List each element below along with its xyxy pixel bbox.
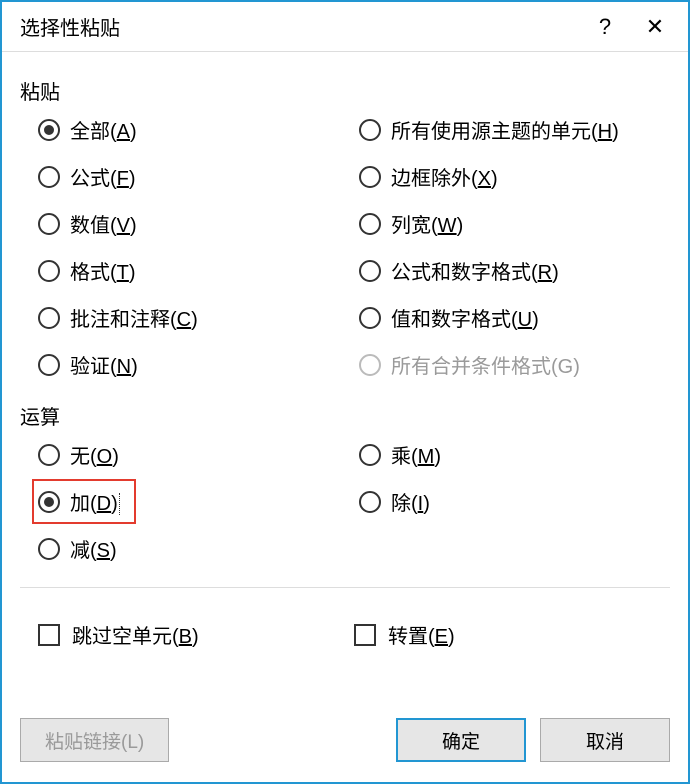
radio-icon [359,213,381,235]
checkbox-label: 跳过空单元(B) [72,620,199,649]
radio-paste-comments[interactable]: 批注和注释(C) [38,303,349,332]
paste-options-grid: 全部(A) 所有使用源主题的单元(H) 公式(F) 边框除外(X) 数值(V) [20,115,670,379]
radio-paste-source-theme[interactable]: 所有使用源主题的单元(H) [359,115,670,144]
radio-icon [359,444,381,466]
radio-icon [359,119,381,141]
radio-paste-formats[interactable]: 格式(T) [38,256,349,285]
help-button[interactable]: ? [580,2,630,52]
close-icon: ✕ [646,14,664,40]
radio-label: 列宽(W) [391,209,463,238]
radio-paste-formulas[interactable]: 公式(F) [38,162,349,191]
radio-label: 无(O) [70,440,119,469]
radio-label: 除(I) [391,487,430,516]
radio-paste-validation[interactable]: 验证(N) [38,350,349,379]
radio-op-none[interactable]: 无(O) [38,440,349,469]
dialog-content: 粘贴 全部(A) 所有使用源主题的单元(H) 公式(F) 边框除外(X) [2,52,688,708]
help-icon: ? [599,14,611,40]
radio-label: 所有使用源主题的单元(H) [391,115,619,144]
radio-icon [359,260,381,282]
radio-icon [359,166,381,188]
radio-paste-merge-cond: 所有合并条件格式(G) [359,350,670,379]
radio-op-div[interactable]: 除(I) [359,487,670,516]
radio-icon [38,538,60,560]
radio-label: 全部(A) [70,115,137,144]
close-button[interactable]: ✕ [630,2,680,52]
checkbox-icon [38,624,60,646]
checkbox-row: 跳过空单元(B) 转置(E) [20,620,670,649]
cancel-button[interactable]: 取消 [540,718,670,762]
radio-label: 公式和数字格式(R) [391,256,559,285]
dialog-title: 选择性粘贴 [20,12,580,41]
section-paste-label: 粘贴 [20,76,670,105]
radio-label: 验证(N) [70,350,138,379]
radio-label: 值和数字格式(U) [391,303,539,332]
radio-label: 格式(T) [70,256,136,285]
radio-paste-values[interactable]: 数值(V) [38,209,349,238]
radio-icon [38,213,60,235]
paste-link-button: 粘贴链接(L) [20,718,169,762]
titlebar: 选择性粘贴 ? ✕ [2,2,688,52]
radio-label: 加(D) [70,487,120,516]
radio-icon [359,354,381,376]
radio-label: 减(S) [70,534,117,563]
radio-icon [38,444,60,466]
radio-icon [38,260,60,282]
radio-icon [38,354,60,376]
radio-label: 批注和注释(C) [70,303,198,332]
section-operation-label: 运算 [20,401,670,430]
radio-icon [38,166,60,188]
divider [20,587,670,588]
radio-paste-col-widths[interactable]: 列宽(W) [359,209,670,238]
radio-icon [38,491,60,513]
ok-button[interactable]: 确定 [396,718,526,762]
radio-paste-all[interactable]: 全部(A) [38,115,349,144]
radio-icon [359,307,381,329]
radio-label: 所有合并条件格式(G) [391,350,580,379]
radio-paste-except-borders[interactable]: 边框除外(X) [359,162,670,191]
radio-label: 公式(F) [70,162,136,191]
radio-icon [38,307,60,329]
checkbox-transpose[interactable]: 转置(E) [354,620,670,649]
checkbox-icon [354,624,376,646]
button-row: 粘贴链接(L) 确定 取消 [2,708,688,782]
checkbox-skip-blanks[interactable]: 跳过空单元(B) [38,620,354,649]
radio-op-sub[interactable]: 减(S) [38,534,349,563]
radio-icon [38,119,60,141]
paste-special-dialog: 选择性粘贴 ? ✕ 粘贴 全部(A) 所有使用源主题的单元(H) 公式(F) 边… [0,0,690,784]
radio-label: 边框除外(X) [391,162,498,191]
radio-icon [359,491,381,513]
radio-label: 乘(M) [391,440,441,469]
radio-paste-values-num[interactable]: 值和数字格式(U) [359,303,670,332]
operation-options-grid: 无(O) 乘(M) 加(D) 除(I) 减(S) [20,440,670,563]
radio-op-add[interactable]: 加(D) [32,479,136,524]
radio-op-mul[interactable]: 乘(M) [359,440,670,469]
radio-label: 数值(V) [70,209,137,238]
checkbox-label: 转置(E) [388,620,455,649]
radio-paste-formulas-num[interactable]: 公式和数字格式(R) [359,256,670,285]
